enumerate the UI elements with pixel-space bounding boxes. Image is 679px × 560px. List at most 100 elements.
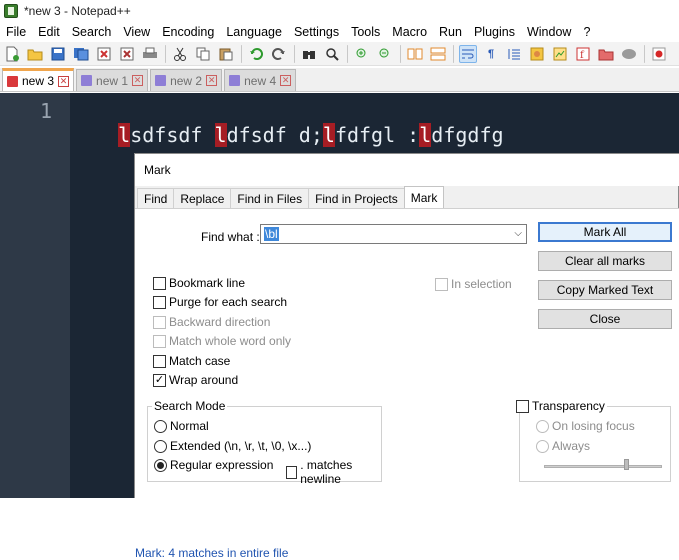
menu-language[interactable]: Language <box>220 25 288 39</box>
find-what-value[interactable]: \bl <box>264 227 279 241</box>
sync-vertical-icon[interactable] <box>406 45 424 63</box>
sync-horizontal-icon[interactable] <box>429 45 447 63</box>
menu-settings[interactable]: Settings <box>288 25 345 39</box>
on-losing-focus-radio[interactable] <box>536 419 549 433</box>
whole-word-option[interactable]: Match whole word only <box>153 334 291 348</box>
extended-radio[interactable] <box>154 439 167 453</box>
function-list-icon[interactable]: f <box>574 45 592 63</box>
always-label: Always <box>552 439 591 453</box>
paste-icon[interactable] <box>217 45 235 63</box>
purge-checkbox[interactable] <box>153 295 166 309</box>
replace-icon[interactable] <box>323 45 341 63</box>
save-all-icon[interactable] <box>72 45 90 63</box>
menu-plugins[interactable]: Plugins <box>468 25 521 39</box>
toolbar-separator <box>453 44 454 63</box>
regex-radio[interactable] <box>154 458 167 472</box>
wrap-around-checkbox[interactable]: ✓ <box>153 373 166 387</box>
close-button[interactable]: Close <box>538 309 672 329</box>
menu-run[interactable]: Run <box>433 25 468 39</box>
menu-tools[interactable]: Tools <box>345 25 386 39</box>
show-all-characters-icon[interactable]: ¶ <box>482 45 500 63</box>
find-what-combobox[interactable]: \bl ⌵ <box>260 224 527 244</box>
word-wrap-icon[interactable] <box>459 44 477 63</box>
tab-find[interactable]: Find <box>137 188 175 208</box>
normal-option[interactable]: Normal <box>154 419 209 433</box>
tab-new-1[interactable]: new 1 ✕ <box>76 69 149 91</box>
purge-option[interactable]: Purge for each search <box>153 295 287 309</box>
matches-newline-checkbox[interactable] <box>286 465 298 479</box>
menu-view[interactable]: View <box>117 25 156 39</box>
transparency-slider-thumb[interactable] <box>624 459 629 470</box>
print-icon[interactable] <box>141 45 159 63</box>
regex-option[interactable]: Regular expression <box>154 458 273 472</box>
menu-edit[interactable]: Edit <box>32 25 66 39</box>
document-map-icon[interactable] <box>551 45 569 63</box>
menu-macro[interactable]: Macro <box>386 25 433 39</box>
open-file-icon[interactable] <box>26 45 44 63</box>
zoom-out-icon[interactable] <box>376 45 394 63</box>
normal-radio[interactable] <box>154 419 167 433</box>
menu-encoding[interactable]: Encoding <box>156 25 220 39</box>
extended-option[interactable]: Extended (\n, \r, \t, \0, \x...) <box>154 439 311 453</box>
cut-icon[interactable] <box>171 45 189 63</box>
macro-record-icon[interactable] <box>650 45 668 63</box>
whole-word-checkbox[interactable] <box>153 334 166 348</box>
marked-text: l <box>118 123 131 147</box>
line-number: 1 <box>39 99 52 123</box>
tab-mark[interactable]: Mark <box>403 186 445 208</box>
close-tab-icon[interactable]: ✕ <box>58 75 70 87</box>
mark-dialog: Mark Find Replace Find in Files Find in … <box>134 153 679 560</box>
menu-file[interactable]: File <box>0 25 32 39</box>
transparency-checkbox[interactable] <box>516 399 529 413</box>
dialog-tabs: Find Replace Find in Files Find in Proje… <box>137 186 445 208</box>
close-tab-icon[interactable]: ✕ <box>206 75 218 86</box>
document-tabs: new 3 ✕ new 1 ✕ new 2 ✕ new 4 ✕ <box>0 68 679 92</box>
close-file-icon[interactable] <box>95 45 113 63</box>
backward-direction-option[interactable]: Backward direction <box>153 315 270 329</box>
tab-new-3[interactable]: new 3 ✕ <box>2 68 75 91</box>
always-option[interactable]: Always <box>536 439 590 453</box>
save-icon[interactable] <box>49 45 67 63</box>
undo-icon[interactable] <box>247 45 265 63</box>
toolbar: ¶ f <box>0 42 679 66</box>
tab-find-in-files[interactable]: Find in Files <box>230 188 310 208</box>
menu-search[interactable]: Search <box>66 25 118 39</box>
monitoring-icon[interactable] <box>620 45 638 63</box>
tab-new-2[interactable]: new 2 ✕ <box>150 69 223 91</box>
purge-label: Purge for each search <box>169 295 288 309</box>
close-tab-icon[interactable]: ✕ <box>132 75 144 86</box>
match-case-option[interactable]: Match case <box>153 354 230 368</box>
close-tab-icon[interactable]: ✕ <box>280 75 292 86</box>
transparency-option[interactable]: Transparency <box>516 399 607 413</box>
redo-icon[interactable] <box>270 45 288 63</box>
tab-replace[interactable]: Replace <box>173 188 232 208</box>
copy-marked-text-button[interactable]: Copy Marked Text <box>538 280 672 300</box>
match-case-checkbox[interactable] <box>153 354 166 368</box>
folder-as-workspace-icon[interactable] <box>597 45 615 63</box>
matches-newline-option[interactable]: . matches newline <box>286 458 381 486</box>
menu-window[interactable]: Window <box>521 25 577 39</box>
menu-help[interactable]: ? <box>577 25 596 39</box>
mark-all-button[interactable]: Mark All <box>538 222 672 242</box>
search-mode-group: Search Mode Normal Extended (\n, \r, \t,… <box>147 399 382 486</box>
on-losing-focus-option[interactable]: On losing focus <box>536 419 635 433</box>
tab-new-4[interactable]: new 4 ✕ <box>224 69 297 91</box>
bookmark-line-option[interactable]: Bookmark line <box>153 276 245 290</box>
in-selection-option[interactable]: In selection <box>435 277 512 291</box>
user-defined-language-icon[interactable] <box>528 45 546 63</box>
zoom-in-icon[interactable] <box>353 45 371 63</box>
wrap-around-option[interactable]: ✓ Wrap around <box>153 373 238 387</box>
new-file-icon[interactable] <box>3 45 21 63</box>
close-all-icon[interactable] <box>118 45 136 63</box>
clear-all-marks-button[interactable]: Clear all marks <box>538 251 672 271</box>
copy-icon[interactable] <box>194 45 212 63</box>
bookmark-line-checkbox[interactable] <box>153 276 166 290</box>
indent-guide-icon[interactable] <box>505 45 523 63</box>
chevron-down-icon[interactable]: ⌵ <box>514 228 522 239</box>
find-icon[interactable] <box>300 45 318 63</box>
tab-find-in-projects[interactable]: Find in Projects <box>308 188 405 208</box>
backward-direction-checkbox[interactable] <box>153 315 166 329</box>
in-selection-checkbox[interactable] <box>435 277 448 291</box>
always-radio[interactable] <box>536 439 549 453</box>
transparency-slider-track[interactable] <box>544 465 662 468</box>
